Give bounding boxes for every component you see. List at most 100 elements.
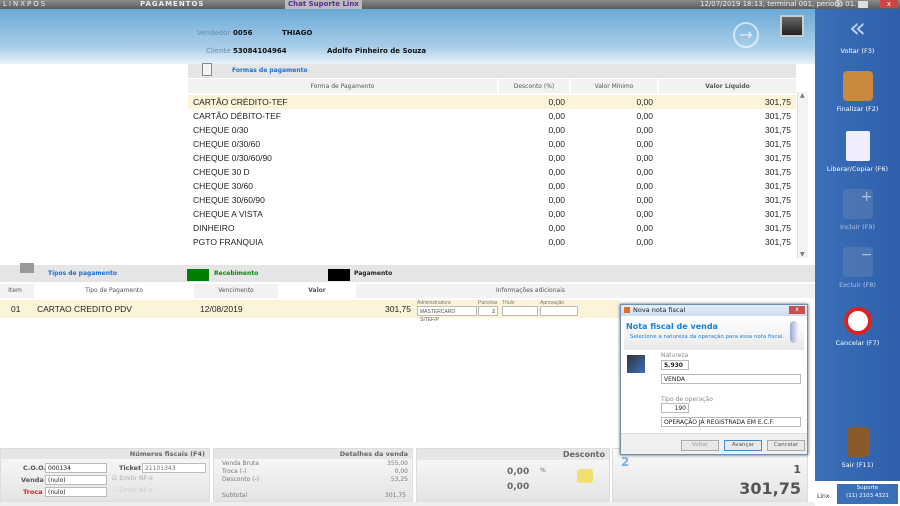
close-button[interactable]: x — [880, 0, 898, 8]
row-value: 301,75 — [385, 304, 411, 314]
col-valor-liquido: Valor Líquido — [657, 79, 796, 93]
remove-register-icon: − — [842, 247, 873, 277]
col-info: Informações adicionais — [496, 287, 565, 294]
payment-form-row[interactable]: CHEQUE 30/60/90 0,00 0,00 301,75 — [188, 193, 796, 207]
row-item: 01 — [11, 304, 21, 314]
delete-button[interactable]: − Excluir (F8) — [815, 247, 900, 289]
emit-nfe-label-2: Emitir NF-e — [119, 487, 153, 494]
payment-form-row[interactable]: PGTO FRANQUIA 0,00 0,00 301,75 — [188, 235, 796, 249]
discount-percent: 0,00 — [507, 467, 530, 477]
arrow-right-icon: → — [733, 22, 759, 48]
minimize-button[interactable] — [858, 1, 868, 8]
row-forma: CHEQUE 30 D — [193, 167, 250, 177]
payment-form-row[interactable]: CARTÃO DÉBITO-TEF 0,00 0,00 301,75 — [188, 109, 796, 123]
sale-details-panel: Detalhes da venda Venda Bruta 355,00 Troca… — [213, 448, 413, 502]
vendedor-name: THIAGO — [282, 29, 313, 37]
payment-form-row[interactable]: CARTÃO CRÉDITO-TEF 0,00 0,00 301,75 — [188, 95, 796, 109]
detail-value: 0,00 — [394, 468, 408, 475]
admin-select[interactable]: MASTERCARD SITEF/P — [417, 306, 477, 323]
detail-label: Venda Bruta — [222, 460, 259, 467]
payment-forms-table: Forma de Pagamento Desconto (%) Valor Mí… — [188, 79, 796, 93]
emit-nfe-label-1: Emitir NF-e — [119, 475, 153, 482]
support-info: Suporte (11) 2103 4321 — [837, 484, 898, 504]
payment-forms-title: Formas de pagamento — [232, 67, 308, 74]
row-valor-liquido: 301,75 — [765, 125, 791, 135]
exit-button[interactable]: Sair (F11) — [815, 427, 900, 469]
scrollbar[interactable]: ▲ ▼ — [797, 92, 808, 258]
payment-form-row[interactable]: DINHEIRO 0,00 0,00 301,75 — [188, 221, 796, 235]
payment-form-row[interactable]: CHEQUE 30 D 0,00 0,00 301,75 — [188, 165, 796, 179]
ticket-field[interactable]: 21101343 — [142, 463, 206, 473]
tipo-label: Tipo de operação — [661, 396, 713, 403]
dialog-heading: Nota fiscal de venda — [626, 322, 718, 331]
payment-types-header: Tipos de pagamento Recebimento Pagamento — [0, 263, 815, 282]
row-valor-liquido: 301,75 — [765, 195, 791, 205]
venda-field[interactable]: (nulo) — [45, 475, 107, 485]
dialog-next-button[interactable]: Avançar — [724, 440, 762, 451]
payment-form-row[interactable]: CHEQUE 0/30 0,00 0,00 301,75 — [188, 123, 796, 137]
support-label: Suporte — [856, 485, 879, 491]
col-vencimento: Vencimento — [218, 287, 254, 294]
release-copy-button[interactable]: Liberar/Copiar (F6) — [815, 131, 900, 173]
troca-field[interactable]: (nulo) — [45, 487, 107, 497]
row-desconto: 0,00 — [548, 237, 565, 247]
row-forma: CHEQUE 30/60/90 — [193, 195, 265, 205]
coo-label: C.O.O. — [23, 464, 46, 472]
fiscal-numbers-panel: Números fiscais (F4) C.O.O. 000134 Ticke… — [0, 448, 210, 502]
venda-label: Venda — [21, 476, 44, 484]
row-forma: CHEQUE 30/60 — [193, 181, 253, 191]
row-forma: CHEQUE 0/30/60 — [193, 139, 261, 149]
dialog-back-button[interactable]: Voltar — [681, 440, 719, 451]
cylinder-icon — [790, 321, 798, 343]
natureza-desc-field: VENDA — [661, 374, 801, 384]
payment-type-row[interactable]: 01 CARTAO CREDITO PDV 12/08/2019 301,75 … — [0, 300, 620, 323]
row-valor-minimo: 0,00 — [636, 223, 653, 233]
back-button[interactable]: « Voltar (F3) — [815, 13, 900, 56]
row-valor-minimo: 0,00 — [636, 167, 653, 177]
payment-form-row[interactable]: CHEQUE 0/30/60 0,00 0,00 301,75 — [188, 137, 796, 151]
status-text: 12/07/2019 18:13, terminal 001, período … — [700, 0, 857, 8]
coo-field[interactable]: 000134 — [45, 463, 107, 473]
col-tipo: Tipo de Pagamento — [34, 284, 194, 298]
finish-label: Finalizar (F2) — [836, 105, 879, 113]
total-value: 301,75 — [739, 479, 801, 498]
payment-forms-header: Formas de pagamento — [188, 63, 796, 78]
titulo-field[interactable] — [502, 306, 538, 316]
tipo-field[interactable]: 190 — [661, 403, 689, 413]
payment-form-row[interactable]: CHEQUE 0/30/60/90 0,00 0,00 301,75 — [188, 151, 796, 165]
row-valor-liquido: 301,75 — [765, 209, 791, 219]
payment-form-row[interactable]: CHEQUE 30/60 0,00 0,00 301,75 — [188, 179, 796, 193]
row-valor-minimo: 0,00 — [636, 237, 653, 247]
emit-nfe-checkbox-2[interactable]: ☐ Emitir NF-e — [112, 487, 153, 494]
dialog-close-button[interactable]: x — [789, 306, 805, 314]
discount-title: Desconto — [417, 449, 609, 460]
payment-types-columns: Item Tipo de Pagamento Vencimento Valor … — [0, 284, 815, 298]
row-valor-minimo: 0,00 — [636, 181, 653, 191]
back-label: Voltar (F3) — [840, 47, 875, 55]
natureza-field[interactable]: 5.930 — [661, 360, 689, 370]
detail-value: 355,00 — [387, 460, 408, 467]
aprovacao-field[interactable] — [540, 306, 578, 316]
linx-logo: Linx — [817, 493, 830, 500]
info-icon[interactable]: ⓘ — [835, 0, 842, 9]
discount-tag-icon[interactable] — [577, 469, 593, 483]
add-button[interactable]: + Incluir (F9) — [815, 189, 900, 231]
chat-support-link[interactable]: Chat Suporte Linx — [285, 0, 362, 9]
finish-button[interactable]: Finalizar (F2) — [815, 71, 900, 113]
row-valor-liquido: 301,75 — [765, 153, 791, 163]
dialog-cancel-button[interactable]: Cancelar — [767, 440, 805, 451]
cancel-sale-button[interactable]: Cancelar (F7) — [815, 307, 900, 347]
payment-legend-swatch — [328, 269, 350, 281]
emit-nfe-checkbox-1[interactable]: ☑ Emitir NF-e — [112, 475, 153, 482]
row-valor-minimo: 0,00 — [636, 111, 653, 121]
detail-label: Troca (-) — [222, 468, 247, 475]
cliente-name: Adolfo Pinheiro de Souza — [327, 47, 427, 55]
row-desconto: 0,00 — [548, 125, 565, 135]
row-desconto: 0,00 — [548, 167, 565, 177]
payment-types-title: Tipos de pagamento — [48, 270, 117, 277]
detail-label: Desconto (-) — [222, 476, 259, 483]
row-desconto: 0,00 — [548, 195, 565, 205]
parcelas-field[interactable]: 2 — [478, 306, 498, 316]
row-desconto: 0,00 — [548, 153, 565, 163]
payment-form-row[interactable]: CHEQUE A VISTA 0,00 0,00 301,75 — [188, 207, 796, 221]
